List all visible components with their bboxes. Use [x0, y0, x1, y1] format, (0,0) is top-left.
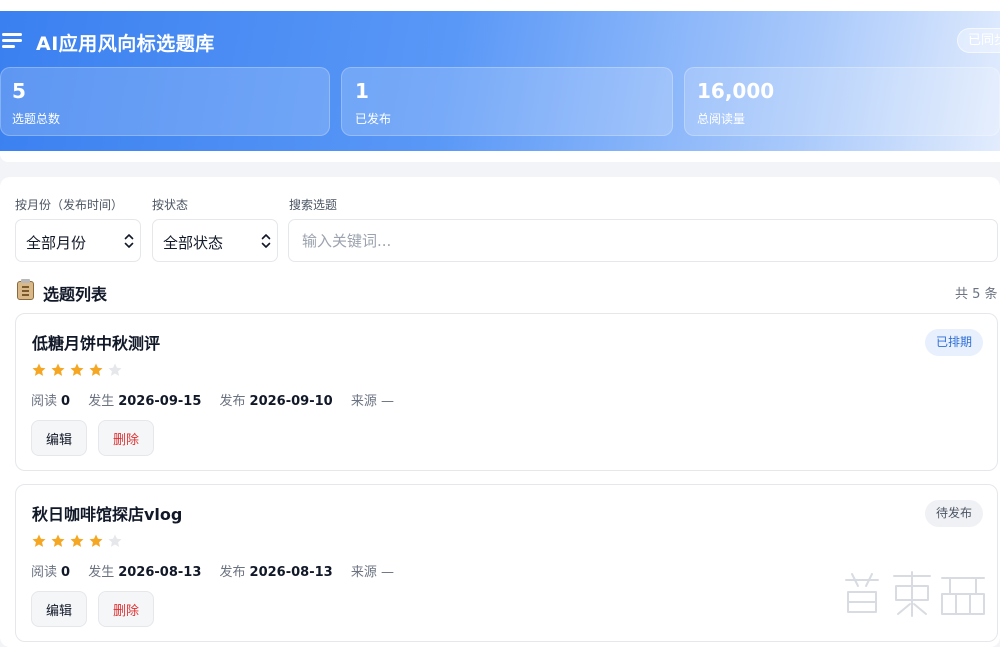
delete-button[interactable]: 删除 [98, 420, 155, 456]
occur-label: 发生 [88, 565, 115, 580]
status-select-value: 全部状态 [163, 234, 224, 252]
star-filled-icon[interactable] [69, 362, 85, 378]
status-badge: 已排期 [924, 329, 983, 356]
month-select[interactable]: 全部月份 [15, 219, 141, 262]
occur-date: 2026-08-13 [118, 565, 202, 580]
stat-card-reads: 16,000 总阅读量 [684, 67, 1000, 136]
read-label: 阅读 [31, 394, 58, 409]
stat-reads-label: 总阅读量 [697, 112, 746, 126]
month-filter-label: 按月份（发布时间） [15, 198, 124, 212]
source-label: 来源 [350, 394, 377, 409]
occur-date: 2026-09-15 [118, 394, 202, 409]
edit-button[interactable]: 编辑 [31, 591, 88, 627]
edit-button[interactable]: 编辑 [31, 420, 88, 456]
header-bottom-strip [0, 151, 1000, 162]
month-select-value: 全部月份 [26, 234, 87, 252]
star-empty-icon[interactable] [107, 533, 123, 549]
publish-label: 发布 [219, 394, 246, 409]
star-filled-icon[interactable] [31, 533, 47, 549]
topic-title: 秋日咖啡馆探店vlog [32, 505, 183, 524]
chevron-updown-icon [124, 234, 134, 248]
topic-meta: 阅读 0 发生 2026-08-13 发布 2026-08-13 来源 — [31, 561, 394, 580]
search-label: 搜索选题 [289, 198, 338, 212]
list-count: 共 5 条 [955, 287, 998, 302]
stat-published-label: 已发布 [355, 112, 392, 126]
app-title: AI应用风向标选题库 [36, 33, 215, 55]
main-panel: 按月份（发布时间） 全部月份 按状态 全部状态 搜索选题 选题列表 共 5 条 … [0, 177, 1000, 647]
status-select[interactable]: 全部状态 [152, 219, 278, 262]
list-title: 选题列表 [43, 285, 108, 304]
stat-card-published: 1 已发布 [341, 67, 673, 136]
source-label: 来源 [350, 565, 377, 580]
star-filled-icon[interactable] [69, 533, 85, 549]
star-filled-icon[interactable] [88, 533, 104, 549]
topic-meta: 阅读 0 发生 2026-09-15 发布 2026-09-10 来源 — [31, 390, 394, 409]
source-value: — [380, 394, 394, 409]
star-filled-icon[interactable] [88, 362, 104, 378]
stat-card-total: 5 选题总数 [0, 67, 330, 136]
sync-status-badge: 已同步 [957, 28, 1000, 53]
publish-date: 2026-09-10 [249, 394, 333, 409]
star-filled-icon[interactable] [50, 362, 66, 378]
publish-date: 2026-08-13 [249, 565, 333, 580]
occur-label: 发生 [88, 394, 115, 409]
rating-stars[interactable] [31, 533, 126, 553]
status-filter-label: 按状态 [152, 198, 189, 212]
publish-label: 发布 [219, 565, 246, 580]
status-badge: 待发布 [924, 500, 983, 527]
delete-button[interactable]: 删除 [98, 591, 155, 627]
rating-stars[interactable] [31, 362, 126, 382]
topic-card[interactable]: 低糖月饼中秋测评 已排期 阅读 0 发生 2026-09-15 发布 2026-09-… [15, 313, 998, 471]
chevron-updown-icon [261, 234, 271, 248]
stat-published-value: 1 [355, 79, 369, 103]
topic-card[interactable]: 秋日咖啡馆探店vlog 待发布 阅读 0 发生 2026-08-13 发布 2026-… [15, 484, 998, 642]
read-count: 0 [61, 565, 71, 580]
clipboard-icon [17, 279, 34, 300]
topic-title: 低糖月饼中秋测评 [32, 334, 161, 353]
app-header: AI应用风向标选题库 已同步 5 选题总数 1 已发布 16,000 总阅读量 [0, 11, 1000, 151]
star-filled-icon[interactable] [31, 362, 47, 378]
search-input[interactable] [288, 219, 998, 262]
read-count: 0 [61, 394, 71, 409]
top-strip [0, 0, 1000, 11]
menu-icon[interactable] [2, 33, 22, 49]
source-value: — [380, 565, 394, 580]
star-empty-icon[interactable] [107, 362, 123, 378]
stat-total-value: 5 [12, 79, 26, 103]
star-filled-icon[interactable] [50, 533, 66, 549]
stat-total-label: 选题总数 [12, 112, 61, 126]
stat-reads-value: 16,000 [697, 79, 775, 103]
read-label: 阅读 [31, 565, 58, 580]
